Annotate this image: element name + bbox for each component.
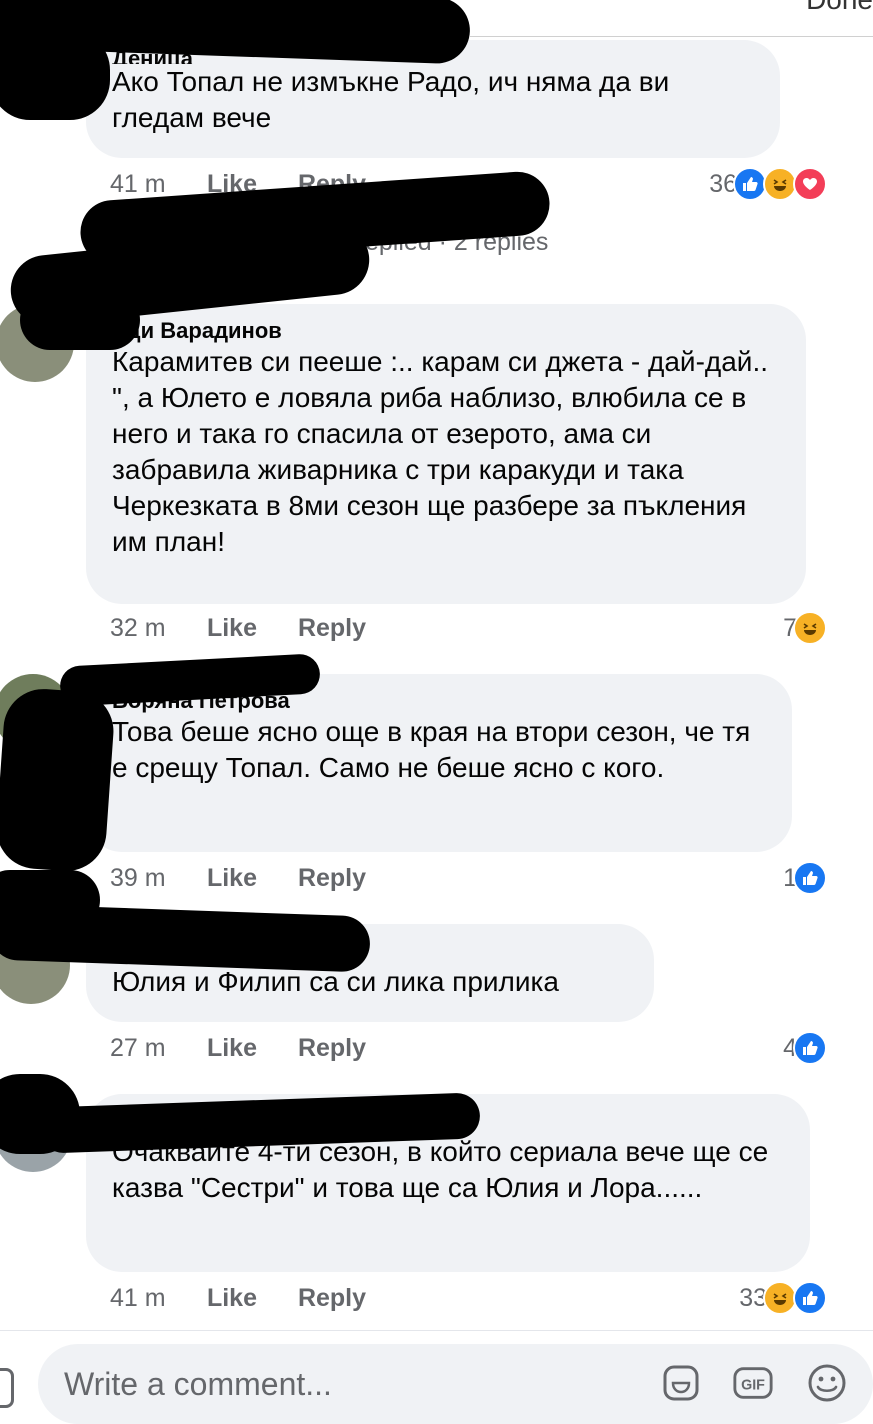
reply-button[interactable]: Reply [298, 1030, 366, 1066]
like-button[interactable]: Like [207, 860, 257, 896]
comment-text: Това беше ясно още в края на втори сезон… [112, 716, 751, 783]
haha-reaction-icon [763, 167, 797, 201]
like-reaction-icon [793, 1031, 827, 1065]
comment-text: Ако Топал не измъкне Радо, ич няма да ви… [112, 66, 670, 133]
comment-time: 41 m [110, 1284, 166, 1312]
comment-actions: 27 m Like Reply [110, 1030, 400, 1066]
like-button[interactable]: Like [207, 1280, 257, 1316]
reply-button[interactable]: Reply [298, 610, 366, 646]
sticker-icon[interactable] [660, 1362, 702, 1404]
love-reaction-icon [793, 167, 827, 201]
camera-icon[interactable] [0, 1368, 14, 1408]
haha-reaction-icon [763, 1281, 797, 1315]
comment-bubble: Еди Варадинов Карамитев си пееше :.. кар… [86, 304, 806, 604]
like-button[interactable]: Like [207, 610, 257, 646]
comment-time: 27 m [110, 1034, 166, 1062]
comment-actions: 32 m Like Reply [110, 610, 400, 646]
reaction-summary[interactable]: 4 [783, 1030, 827, 1066]
comment-text: Юлия и Филип са си лика прилика [112, 966, 559, 997]
gif-icon[interactable]: GIF [732, 1362, 774, 1404]
comment-actions: 41 m Like Reply [110, 1280, 400, 1316]
like-reaction-icon [733, 167, 767, 201]
emoji-icon[interactable] [806, 1362, 848, 1404]
like-reaction-icon [793, 861, 827, 895]
redaction-mark [0, 686, 117, 874]
done-button[interactable]: Done [806, 0, 873, 16]
reaction-summary[interactable]: 33 [739, 1280, 827, 1316]
svg-text:GIF: GIF [741, 1378, 765, 1394]
like-button[interactable]: Like [207, 1030, 257, 1066]
reaction-summary[interactable]: 7 [783, 610, 827, 646]
comment-author[interactable]: Еди Варадинов [112, 318, 780, 344]
like-reaction-icon [793, 1281, 827, 1315]
haha-reaction-icon [793, 611, 827, 645]
reaction-summary[interactable]: 36 [709, 166, 827, 202]
comment-bubble: Боряна Петрова Това беше ясно още в края… [86, 674, 792, 852]
comment-time: 39 m [110, 864, 166, 892]
comment-time: 32 m [110, 614, 166, 642]
comment-text: Карамитев си пееше :.. карам си джета - … [112, 346, 769, 557]
redaction-mark [0, 30, 110, 120]
comment-actions: 39 m Like Reply [110, 860, 400, 896]
redaction-mark [20, 290, 140, 350]
reaction-summary[interactable]: 1 [783, 860, 827, 896]
reply-button[interactable]: Reply [298, 860, 366, 896]
reply-button[interactable]: Reply [298, 1280, 366, 1316]
top-divider [470, 36, 873, 37]
